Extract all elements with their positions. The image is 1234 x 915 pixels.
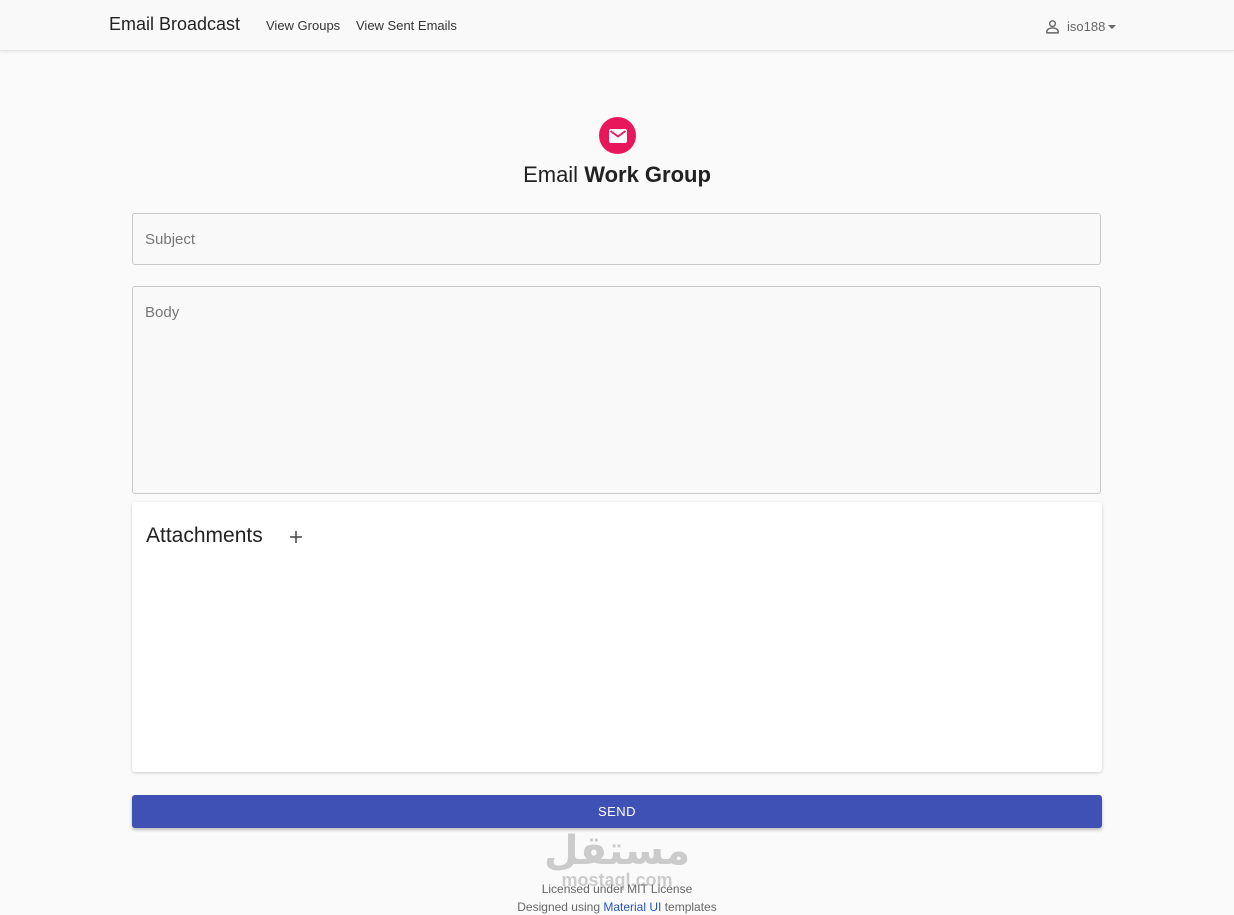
- app-brand[interactable]: Email Broadcast: [109, 14, 240, 35]
- person-icon: [1044, 18, 1061, 35]
- watermark-logo: مستقل: [543, 828, 691, 874]
- watermark: مستقل mostaql.com: [540, 828, 694, 890]
- group-name: Work Group: [584, 162, 711, 187]
- attachments-panel: Attachments: [132, 502, 1102, 772]
- footer-license: Licensed under MIT License: [541, 882, 693, 896]
- body-textarea[interactable]: Body: [132, 286, 1101, 494]
- footer-designed-prefix: Designed using: [517, 900, 600, 914]
- attachments-title: Attachments: [146, 524, 263, 547]
- footer-designed-suffix: templates: [664, 900, 717, 914]
- send-button[interactable]: SEND: [132, 795, 1102, 828]
- nav-view-groups[interactable]: View Groups: [266, 18, 340, 33]
- page-title: Email Work Group: [0, 162, 1234, 188]
- subject-input[interactable]: Subject: [132, 213, 1101, 265]
- page-title-prefix: Email: [523, 162, 579, 187]
- footer-credits: Designed using Material UI templates: [0, 900, 1234, 914]
- body-placeholder: Body: [145, 304, 180, 321]
- email-icon: [599, 117, 636, 154]
- user-menu[interactable]: iso188: [1044, 17, 1117, 35]
- chevron-down-icon: [1108, 24, 1117, 29]
- material-ui-link[interactable]: Material UI: [603, 900, 661, 914]
- subject-placeholder: Subject: [145, 231, 196, 248]
- nav-view-sent-emails[interactable]: View Sent Emails: [356, 18, 457, 33]
- add-attachment-button[interactable]: [287, 528, 305, 546]
- user-name: iso188: [1067, 18, 1106, 34]
- plus-icon: [290, 531, 302, 543]
- top-navbar: Email Broadcast View Groups View Sent Em…: [0, 0, 1234, 51]
